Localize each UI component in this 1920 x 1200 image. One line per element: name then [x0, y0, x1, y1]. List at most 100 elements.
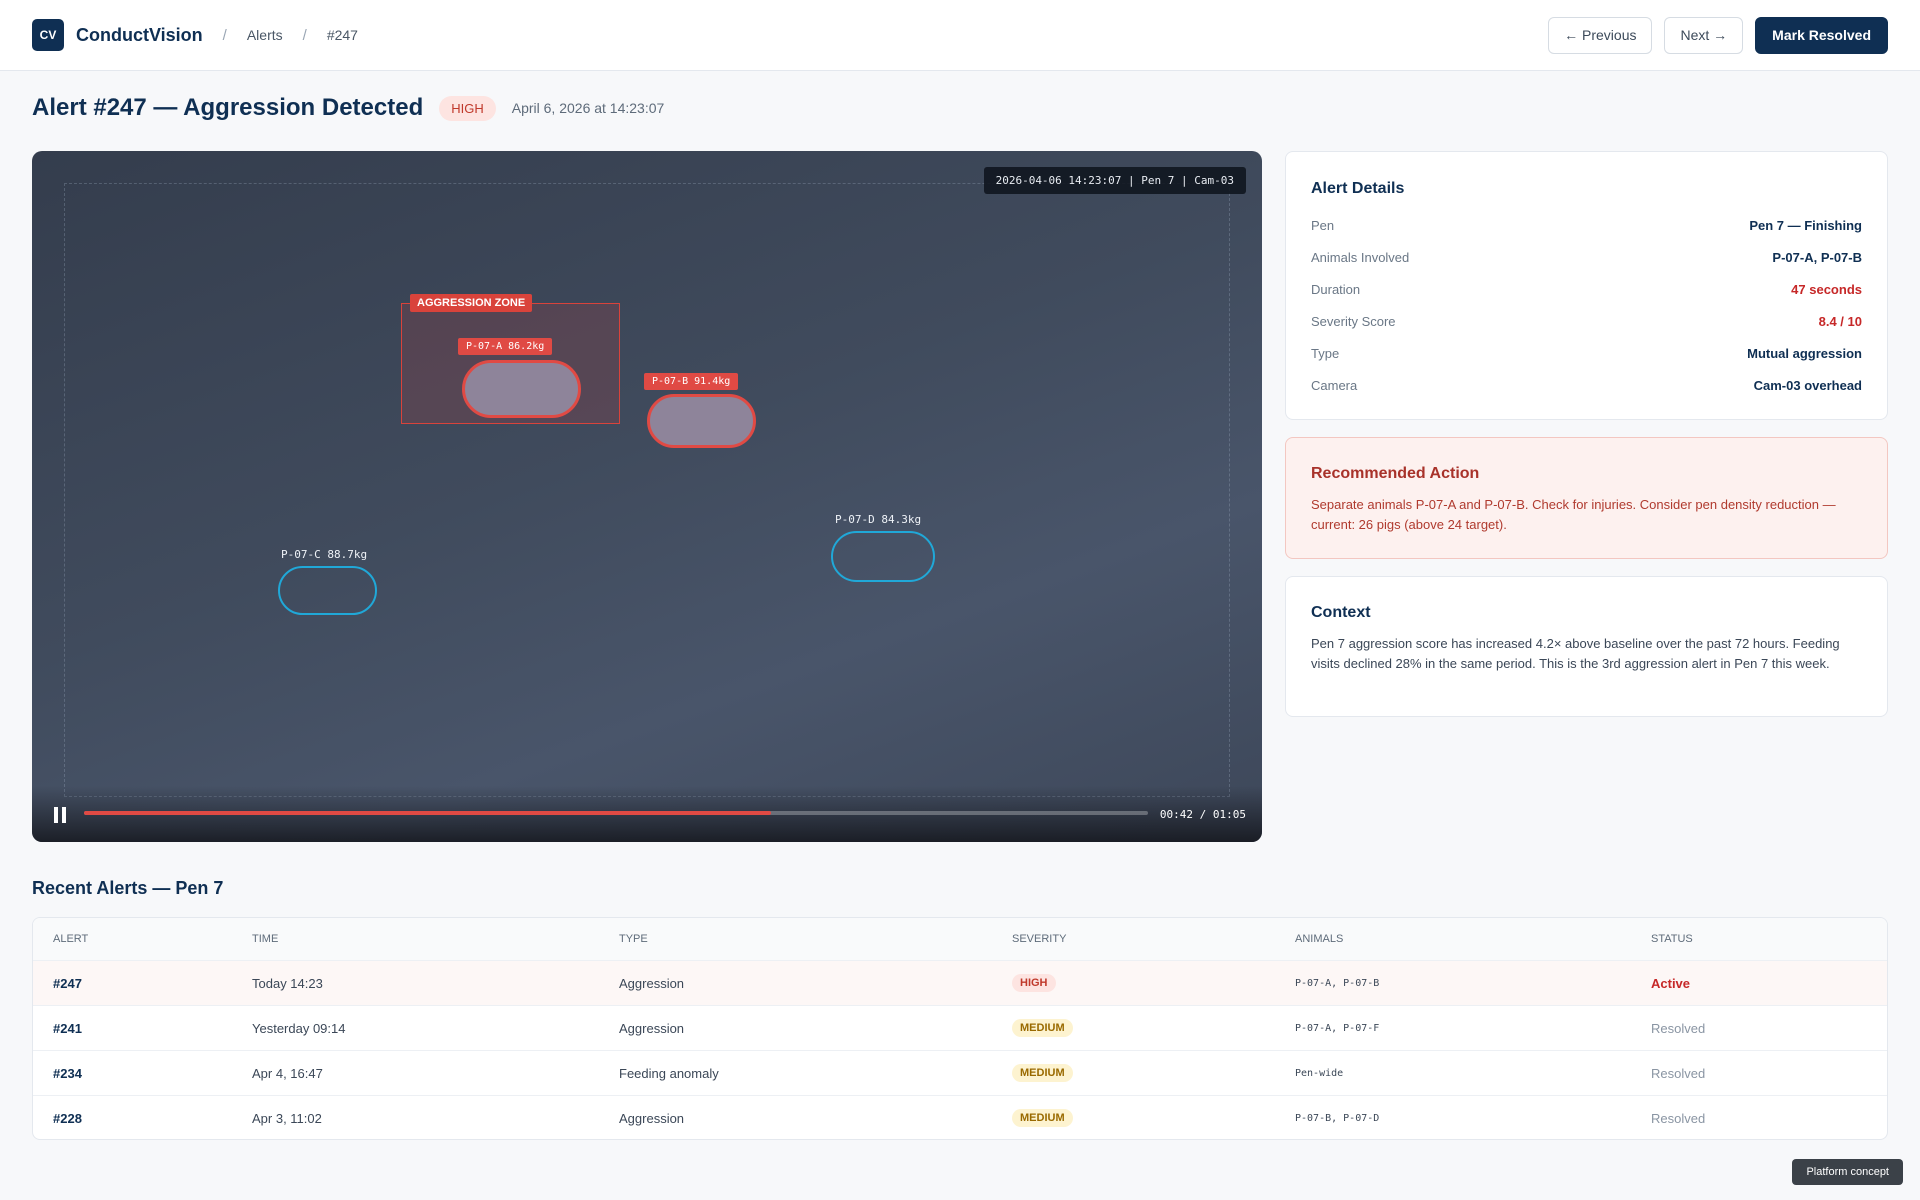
detail-label: Type — [1311, 346, 1340, 361]
alert-id-link[interactable]: #241 — [53, 1006, 82, 1050]
severity-badge: MEDIUM — [1012, 1109, 1073, 1127]
alert-status: Active — [1651, 975, 1691, 991]
recommended-action-title: Recommended Action — [1311, 465, 1480, 482]
alert-details-card: Alert Details Pen Pen 7 — Finishing Anim… — [1285, 151, 1888, 420]
animal-label-p07c: P-07-C 88.7kg — [281, 548, 368, 561]
animal-box-p07a[interactable] — [462, 360, 581, 418]
table-row[interactable]: #241 Yesterday 09:14 Aggression MEDIUM P… — [33, 1005, 1887, 1050]
alert-time: Yesterday 09:14 — [252, 1020, 346, 1036]
detail-label: Severity Score — [1311, 314, 1396, 329]
video-controls: 00:42 / 01:05 — [32, 786, 1262, 842]
detail-label: Animals Involved — [1311, 250, 1410, 265]
alert-animals: P-07-B, P-07-D — [1295, 1112, 1380, 1124]
recent-alerts-title: Recent Alerts — Pen 7 — [32, 878, 224, 898]
detail-row-severity: Severity Score 8.4 / 10 — [1311, 314, 1862, 330]
detail-label: Camera — [1311, 378, 1358, 393]
detail-value: Mutual aggression — [1747, 346, 1862, 361]
alert-type: Aggression — [619, 1110, 685, 1126]
column-header: TIME — [252, 933, 279, 945]
severity-badge: HIGH — [1012, 974, 1056, 992]
alert-id-link[interactable]: #234 — [53, 1051, 82, 1095]
context-title: Context — [1311, 604, 1371, 621]
table-header: ALERT TIME TYPE SEVERITY ANIMALS STATUS — [33, 918, 1887, 960]
detail-value: 8.4 / 10 — [1818, 314, 1862, 329]
severity-cell: HIGH — [1012, 961, 1056, 1005]
alert-type: Aggression — [619, 975, 685, 991]
column-header: ALERT — [53, 933, 89, 945]
detail-row-pen: Pen Pen 7 — Finishing — [1311, 218, 1862, 234]
mark-resolved-button[interactable]: Mark Resolved — [1755, 16, 1888, 54]
app-name[interactable]: ConductVision — [76, 25, 203, 46]
table-row[interactable]: #234 Apr 4, 16:47 Feeding anomaly MEDIUM… — [33, 1050, 1887, 1095]
alert-status: Resolved — [1651, 1020, 1706, 1036]
breadcrumb-separator: / — [222, 26, 227, 44]
detail-value: Pen 7 — Finishing — [1749, 218, 1862, 233]
animal-box-p07d[interactable] — [831, 531, 935, 582]
header-actions: ← Previous Next → Mark Resolved — [1548, 16, 1888, 54]
alert-animals: P-07-A, P-07-B — [1295, 977, 1380, 989]
breadcrumb-current: #247 — [326, 27, 358, 43]
severity-badge: HIGH — [439, 95, 496, 121]
detail-value: P-07-A, P-07-B — [1772, 250, 1862, 265]
breadcrumb-separator: / — [302, 26, 307, 44]
animal-label-p07a: P-07-A 86.2kg — [458, 338, 553, 355]
context-text: Pen 7 aggression score has increased 4.2… — [1311, 636, 1840, 671]
detail-label: Duration — [1311, 282, 1361, 297]
recommended-action-text: Separate animals P-07-A and P-07-B. Chec… — [1311, 497, 1836, 532]
table-row[interactable]: #228 Apr 3, 11:02 Aggression MEDIUM P-07… — [33, 1095, 1887, 1139]
context-card: Context Pen 7 aggression score has incre… — [1285, 576, 1888, 717]
detection-frame — [64, 183, 1230, 797]
video-time-readout: 00:42 / 01:05 — [1159, 808, 1246, 821]
recent-alerts-table: ALERT TIME TYPE SEVERITY ANIMALS STATUS … — [32, 917, 1888, 1140]
alert-time: Apr 3, 11:02 — [252, 1110, 322, 1126]
aggression-zone-label: AGGRESSION ZONE — [410, 294, 533, 312]
detail-value: Cam-03 overhead — [1753, 378, 1862, 393]
alert-details-title: Alert Details — [1311, 180, 1405, 197]
alert-status: Resolved — [1651, 1110, 1706, 1126]
detail-row-animals: Animals Involved P-07-A, P-07-B — [1311, 250, 1862, 266]
severity-cell: MEDIUM — [1012, 1006, 1073, 1050]
detail-row-duration: Duration 47 seconds — [1311, 282, 1862, 298]
alert-id-link[interactable]: #228 — [53, 1096, 82, 1139]
video-player[interactable]: 2026-04-06 14:23:07 | Pen 7 | Cam-03 AGG… — [32, 151, 1262, 842]
video-progress-bar[interactable] — [84, 811, 1148, 815]
column-header: TYPE — [619, 933, 648, 945]
camera-timestamp: 2026-04-06 14:23:07 | Pen 7 | Cam-03 — [983, 167, 1246, 194]
animal-label-p07b: P-07-B 91.4kg — [644, 373, 739, 390]
pause-icon[interactable] — [54, 807, 68, 823]
animal-label-p07d: P-07-D 84.3kg — [835, 513, 922, 526]
recommended-action-card: Recommended Action Separate animals P-07… — [1285, 437, 1888, 559]
platform-concept-tag: Platform concept — [1792, 1159, 1903, 1185]
column-header: STATUS — [1651, 933, 1693, 945]
detail-row-camera: Camera Cam-03 overhead — [1311, 378, 1862, 394]
next-button[interactable]: Next → — [1664, 16, 1744, 54]
detail-value: 47 seconds — [1791, 282, 1862, 297]
logo[interactable]: CV — [32, 19, 64, 51]
previous-button[interactable]: ← Previous — [1548, 16, 1653, 54]
alert-status: Resolved — [1651, 1065, 1706, 1081]
detail-label: Pen — [1311, 218, 1335, 233]
alert-type: Aggression — [619, 1020, 685, 1036]
alert-time: Today 14:23 — [252, 975, 323, 991]
severity-badge: MEDIUM — [1012, 1064, 1073, 1082]
top-bar: CV ConductVision / Alerts / #247 ← Previ… — [0, 0, 1920, 71]
alert-header: Alert #247 — Aggression Detected HIGH Ap… — [32, 94, 664, 122]
page-title: Alert #247 — Aggression Detected — [32, 94, 424, 121]
severity-cell: MEDIUM — [1012, 1051, 1073, 1095]
alert-type: Feeding anomaly — [619, 1065, 719, 1081]
alert-animals: Pen-wide — [1295, 1067, 1344, 1079]
table-row[interactable]: #247 Today 14:23 Aggression HIGH P-07-A,… — [33, 960, 1887, 1005]
breadcrumb-alerts[interactable]: Alerts — [247, 27, 283, 43]
alert-time: Apr 4, 16:47 — [252, 1065, 323, 1081]
alert-animals: P-07-A, P-07-F — [1295, 1022, 1380, 1034]
video-progress-fill — [84, 811, 772, 815]
animal-box-p07b[interactable] — [647, 394, 756, 448]
animal-box-p07c[interactable] — [278, 566, 377, 615]
alert-id-link[interactable]: #247 — [53, 961, 82, 1005]
alert-timestamp: April 6, 2026 at 14:23:07 — [511, 100, 665, 116]
severity-cell: MEDIUM — [1012, 1096, 1073, 1139]
column-header: SEVERITY — [1012, 933, 1067, 945]
severity-badge: MEDIUM — [1012, 1019, 1073, 1037]
column-header: ANIMALS — [1295, 933, 1344, 945]
detail-row-type: Type Mutual aggression — [1311, 346, 1862, 362]
